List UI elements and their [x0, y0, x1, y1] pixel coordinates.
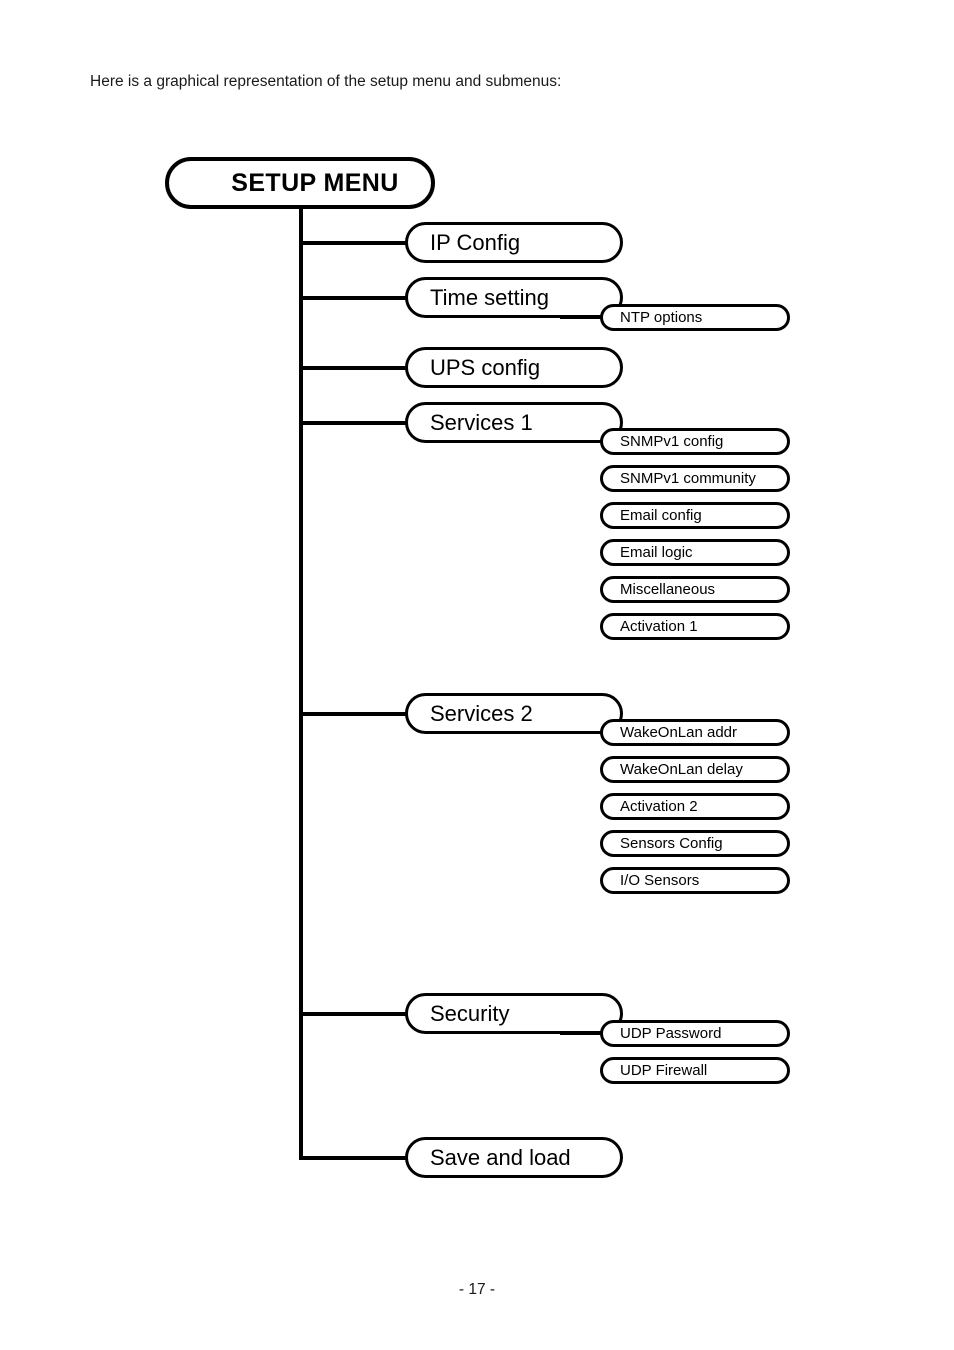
node-label: SNMPv1 config — [620, 433, 724, 450]
node-time-setting[interactable]: Time setting — [405, 277, 623, 318]
branch-line-services-1 — [299, 421, 411, 425]
branch-line-security — [299, 1012, 411, 1016]
node-udp-firewall[interactable]: UDP Firewall — [600, 1057, 790, 1084]
node-email-logic[interactable]: Email logic — [600, 539, 790, 566]
node-label: UDP Password — [620, 1025, 722, 1042]
node-setup-menu[interactable]: SETUP MENU — [165, 157, 435, 209]
node-security[interactable]: Security — [405, 993, 623, 1034]
node-wakeonlan-delay[interactable]: WakeOnLan delay — [600, 756, 790, 783]
node-activation-1[interactable]: Activation 1 — [600, 613, 790, 640]
node-wakeonlan-addr[interactable]: WakeOnLan addr — [600, 719, 790, 746]
node-label: UPS config — [430, 354, 541, 380]
node-label: WakeOnLan addr — [620, 724, 738, 741]
node-save-and-load[interactable]: Save and load — [405, 1137, 623, 1178]
node-miscellaneous[interactable]: Miscellaneous — [600, 576, 790, 603]
node-services-2[interactable]: Services 2 — [405, 693, 623, 734]
node-snmpv1-community[interactable]: SNMPv1 community — [600, 465, 790, 492]
node-io-sensors[interactable]: I/O Sensors — [600, 867, 790, 894]
node-label: Time setting — [430, 284, 550, 310]
branch-line-save-and-load — [299, 1156, 411, 1160]
branch-line-ip-config — [299, 241, 411, 245]
node-label: Services 2 — [430, 700, 533, 726]
trunk-vertical-line — [299, 205, 303, 1160]
node-ip-config[interactable]: IP Config — [405, 222, 623, 263]
node-label: Services 1 — [430, 409, 533, 435]
node-label: WakeOnLan delay — [620, 761, 743, 778]
node-sensors-config[interactable]: Sensors Config — [600, 830, 790, 857]
branch-line-ups-config — [299, 366, 411, 370]
node-label: I/O Sensors — [620, 872, 700, 889]
node-services-1[interactable]: Services 1 — [405, 402, 623, 443]
page-number: - 17 - — [458, 1281, 496, 1298]
node-ntp-options[interactable]: NTP options — [600, 304, 790, 331]
document-page: Here is a graphical representation of th… — [0, 0, 954, 1350]
node-label: Save and load — [430, 1144, 571, 1170]
branch-line-time-setting — [299, 296, 411, 300]
node-activation-2[interactable]: Activation 2 — [600, 793, 790, 820]
node-label: Activation 1 — [620, 618, 698, 635]
node-label: NTP options — [620, 309, 703, 326]
node-snmpv1-config[interactable]: SNMPv1 config — [600, 428, 790, 455]
node-label: Sensors Config — [620, 835, 723, 852]
node-label: SETUP MENU — [231, 168, 399, 197]
branch-line-services-2 — [299, 712, 411, 716]
node-label: UDP Firewall — [620, 1062, 708, 1079]
node-ups-config[interactable]: UPS config — [405, 347, 623, 388]
node-udp-password[interactable]: UDP Password — [600, 1020, 790, 1047]
setup-menu-diagram: SETUP MENU IP Config Time setting NTP op… — [0, 0, 954, 1350]
node-label: Miscellaneous — [620, 581, 716, 598]
node-label: Email config — [620, 507, 702, 524]
node-email-config[interactable]: Email config — [600, 502, 790, 529]
node-label: Email logic — [620, 544, 693, 561]
node-label: Activation 2 — [620, 798, 698, 815]
node-label: Security — [430, 1000, 510, 1026]
node-label: IP Config — [430, 229, 521, 255]
node-label: SNMPv1 community — [620, 470, 756, 487]
